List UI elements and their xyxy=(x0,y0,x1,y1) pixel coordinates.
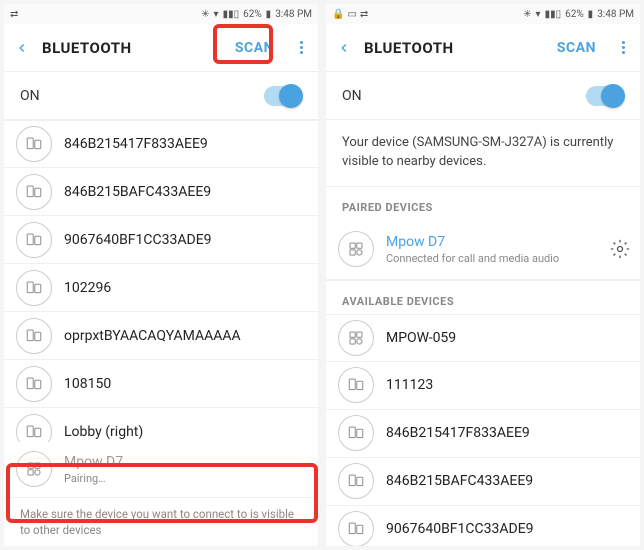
clock: 3:48 PM xyxy=(597,9,634,20)
bluetooth-icon: ✳ xyxy=(201,9,209,20)
device-row[interactable]: Lobby (right) xyxy=(4,408,318,442)
page-title: BLUETOOTH xyxy=(364,39,539,57)
device-icon xyxy=(338,367,374,403)
sim-icon: ▭ xyxy=(347,9,356,20)
device-name: 846B215417F833AEE9 xyxy=(386,425,630,441)
device-row[interactable]: 102296 xyxy=(4,264,318,312)
available-device-list: MPOW-059 111123 846B215417F833AEE9 846B215B… xyxy=(326,314,640,546)
device-icon xyxy=(16,126,52,162)
status-bar: ⇄ ✳ ▾ ▮▮▯ 62% ▮ 3:48 PM xyxy=(4,4,318,24)
device-label-group: Mpow D7 Pairing… xyxy=(64,454,308,485)
device-name: 111123 xyxy=(386,377,630,393)
sync-icon: ⇄ xyxy=(10,9,18,20)
footer-note: Make sure the device you want to connect… xyxy=(4,498,318,546)
sync-icon: ⇄ xyxy=(360,9,368,20)
visibility-message: Your device (SAMSUNG-SM-J327A) is curren… xyxy=(326,120,640,186)
on-label: ON xyxy=(342,88,586,104)
device-row[interactable]: 846B215BAFC433AEE9 xyxy=(326,458,640,506)
headset-icon xyxy=(338,231,374,267)
headset-icon xyxy=(16,451,52,487)
bluetooth-toggle-row: ON xyxy=(4,72,318,120)
available-devices-header: AVAILABLE DEVICES xyxy=(326,280,640,314)
device-name: 846B215417F833AEE9 xyxy=(64,136,308,152)
device-row[interactable]: 108150 xyxy=(4,360,318,408)
device-row[interactable]: 846B215417F833AEE9 xyxy=(4,120,318,168)
wifi-icon: ▾ xyxy=(214,9,219,20)
device-name: 102296 xyxy=(64,280,308,296)
menu-button[interactable] xyxy=(292,41,310,54)
device-icon xyxy=(16,414,52,442)
device-list: 846B215417F833AEE9 846B215BAFC433AEE9 9067… xyxy=(4,120,318,442)
signal-icon: ▮▮▯ xyxy=(223,9,240,20)
status-bar: 🔒 ▭ ⇄ ✳ ▾ ▮▮▯ 62% ▮ 3:48 PM xyxy=(326,4,640,24)
bluetooth-toggle[interactable] xyxy=(586,86,624,106)
device-row[interactable]: 9067640BF1CC33ADE9 xyxy=(326,506,640,546)
device-name: Mpow D7 xyxy=(64,454,308,470)
battery-text: 62% xyxy=(565,9,584,20)
device-icon xyxy=(16,270,52,306)
device-label-group: Mpow D7 Connected for call and media aud… xyxy=(386,234,598,265)
paired-device-row[interactable]: Mpow D7 Connected for call and media aud… xyxy=(326,220,640,280)
phone-left: ⇄ ✳ ▾ ▮▮▯ 62% ▮ 3:48 PM BLUETOOTH SCAN O… xyxy=(4,4,318,546)
device-row[interactable]: MPOW-059 xyxy=(326,314,640,362)
device-name: 9067640BF1CC33ADE9 xyxy=(64,232,308,248)
device-name: oprpxtBYAACAQYAMAAAAA xyxy=(64,328,308,344)
on-label: ON xyxy=(20,88,264,104)
device-row[interactable]: 9067640BF1CC33ADE9 xyxy=(4,216,318,264)
battery-text: 62% xyxy=(243,9,262,20)
menu-button[interactable] xyxy=(614,41,632,54)
lock-icon: 🔒 xyxy=(332,9,344,20)
device-status: Connected for call and media audio xyxy=(386,252,598,265)
back-button[interactable] xyxy=(334,38,354,58)
scan-button[interactable]: SCAN xyxy=(549,34,604,62)
device-icon xyxy=(16,318,52,354)
bluetooth-icon: ✳ xyxy=(523,9,531,20)
scan-button[interactable]: SCAN xyxy=(227,34,282,62)
bluetooth-toggle-row: ON xyxy=(326,72,640,120)
device-name: 108150 xyxy=(64,376,308,392)
battery-icon: ▮ xyxy=(266,9,272,20)
device-icon xyxy=(338,511,374,546)
battery-icon: ▮ xyxy=(588,9,594,20)
wifi-icon: ▾ xyxy=(536,9,541,20)
device-name: 846B215BAFC433AEE9 xyxy=(64,184,308,200)
device-icon xyxy=(16,222,52,258)
device-name: Mpow D7 xyxy=(386,234,598,250)
device-row[interactable]: 846B215BAFC433AEE9 xyxy=(4,168,318,216)
header: BLUETOOTH SCAN xyxy=(4,24,318,72)
device-name: 9067640BF1CC33ADE9 xyxy=(386,521,630,537)
device-status: Pairing… xyxy=(64,472,308,485)
device-row[interactable]: 846B215417F833AEE9 xyxy=(326,410,640,458)
device-name: MPOW-059 xyxy=(386,330,630,346)
device-icon xyxy=(16,174,52,210)
back-button[interactable] xyxy=(12,38,32,58)
header: BLUETOOTH SCAN xyxy=(326,24,640,72)
signal-icon: ▮▮▯ xyxy=(545,9,562,20)
paired-devices-header: PAIRED DEVICES xyxy=(326,186,640,220)
device-name: 846B215BAFC433AEE9 xyxy=(386,473,630,489)
device-row-pairing[interactable]: Mpow D7 Pairing… xyxy=(4,442,318,498)
device-icon xyxy=(16,366,52,402)
page-title: BLUETOOTH xyxy=(42,39,217,57)
bluetooth-toggle[interactable] xyxy=(264,86,302,106)
device-name: Lobby (right) xyxy=(64,424,308,440)
device-icon xyxy=(338,415,374,451)
device-icon xyxy=(338,320,374,356)
gear-icon[interactable] xyxy=(610,239,630,259)
device-row[interactable]: oprpxtBYAACAQYAMAAAAA xyxy=(4,312,318,360)
device-icon xyxy=(338,463,374,499)
phone-right: 🔒 ▭ ⇄ ✳ ▾ ▮▮▯ 62% ▮ 3:48 PM BLUETOOTH SC… xyxy=(326,4,640,546)
device-row[interactable]: 111123 xyxy=(326,362,640,410)
clock: 3:48 PM xyxy=(275,9,312,20)
